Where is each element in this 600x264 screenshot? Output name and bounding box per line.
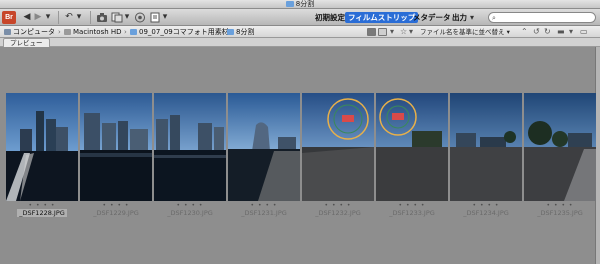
sort-direction-icon[interactable]: ⌃ (521, 26, 528, 38)
thumbnail-image[interactable] (80, 93, 152, 201)
output-icon[interactable] (149, 12, 161, 23)
breadcrumb-computer[interactable]: コンピュータ (4, 26, 55, 38)
toolbar: Br ◀ ▶ ▾ ↶ ▾ ▾ ▾ 初期設定 フィルムストリップ メタデータ 出力… (0, 9, 600, 26)
search-icon[interactable]: ⌕ (492, 14, 496, 23)
breadcrumb-separator: › (58, 28, 61, 36)
computer-icon (4, 29, 11, 35)
search-input[interactable] (502, 13, 592, 22)
folder-icon (130, 29, 137, 35)
view-dropdown-icon[interactable]: ▾ (390, 26, 394, 38)
sort-menu[interactable]: ファイル名を基準に並べ替え ▾ (420, 26, 510, 38)
rotate-dropdown-icon[interactable]: ▾ (75, 12, 83, 23)
thumbnail-image[interactable] (6, 93, 78, 201)
thumbnail-filename: _DSF1235.JPG (537, 209, 583, 217)
thumbnail-filename: _DSF1228.JPG (6, 209, 78, 218)
thumbnail-filename: _DSF1230.JPG (167, 209, 213, 217)
window-title: 8分割 (295, 0, 315, 8)
breadcrumb-current-folder[interactable]: 8分割 (227, 26, 254, 38)
workspace-menu-icon[interactable]: ▾ (468, 12, 476, 23)
thumbnail-filename: _DSF1232.JPG (315, 209, 361, 217)
thumbnail-filename: _DSF1231.JPG (241, 209, 287, 217)
filter-dropdown-icon[interactable]: ▾ (409, 26, 413, 38)
back-icon[interactable]: ◀ (22, 12, 32, 23)
filmstrip-area: • • • • _DSF1228.JPG • • • • _DSF1229.JP… (0, 47, 600, 264)
rotate-left-icon[interactable]: ↺ (533, 26, 540, 38)
thumbnail-image[interactable] (524, 93, 596, 201)
breadcrumb-source-folder[interactable]: 09_07_09コマフォト用素材 (130, 26, 229, 38)
window-title-wrap: 8分割 (0, 0, 600, 9)
open-in-camera-raw-icon[interactable] (134, 12, 146, 23)
breadcrumb-macintosh-hd[interactable]: Macintosh HD (64, 26, 122, 38)
view-details-button[interactable] (378, 28, 387, 36)
filename-label: _DSF1228.JPG (17, 209, 67, 217)
rotate-icon[interactable]: ↶ (64, 12, 74, 23)
camera-download-icon[interactable] (96, 12, 108, 23)
folder-dropdown-icon[interactable]: ▾ (569, 26, 573, 38)
delete-icon[interactable]: ▭ (580, 26, 588, 38)
thumbnail-image[interactable] (376, 93, 448, 201)
history-dropdown-icon[interactable]: ▾ (44, 12, 52, 23)
thumbnail-image[interactable] (450, 93, 522, 201)
search-box: ⌕ (488, 12, 596, 23)
bridge-app-icon[interactable]: Br (2, 11, 16, 24)
thumbnail-filename: _DSF1233.JPG (389, 209, 435, 217)
refine-icon[interactable] (111, 12, 123, 23)
path-bar: コンピュータ › Macintosh HD › 09_07_09コマフォト用素材… (0, 26, 600, 38)
thumbnail-filename: _DSF1234.JPG (463, 209, 509, 217)
thumbnail-image[interactable] (228, 93, 300, 201)
workspace-metadata[interactable]: メタデータ (410, 12, 454, 23)
toolbar-divider (58, 11, 59, 24)
workspace-filmstrip[interactable]: フィルムストリップ (345, 12, 419, 23)
panel-tab-bar: プレビュー (0, 38, 600, 47)
window-titlebar: 8分割 (0, 0, 600, 9)
workspace-output[interactable]: 出力 (449, 12, 470, 23)
rotate-right-icon[interactable]: ↻ (544, 26, 551, 38)
toolbar-divider (90, 11, 91, 24)
breadcrumb-separator: › (124, 28, 127, 36)
thumbnail-filename: _DSF1229.JPG (93, 209, 139, 217)
star-filter-icon[interactable]: ☆ (400, 26, 407, 38)
thumbnail-image[interactable] (302, 93, 374, 201)
breadcrumb-label: 8分割 (236, 28, 255, 36)
folder-icon (285, 1, 294, 7)
drive-icon (64, 29, 71, 35)
folder-icon (227, 29, 234, 35)
breadcrumb-separator: › (221, 28, 224, 36)
breadcrumb-label: コンピュータ (13, 28, 55, 36)
breadcrumb-label: 09_07_09コマフォト用素材 (139, 28, 229, 36)
new-folder-icon[interactable]: ▬ (557, 26, 565, 38)
output-dropdown-icon[interactable]: ▾ (161, 12, 169, 23)
tab-preview[interactable]: プレビュー (3, 38, 50, 47)
view-thumbnails-button[interactable] (367, 28, 376, 36)
workspace-default[interactable]: 初期設定 (312, 12, 348, 23)
forward-icon[interactable]: ▶ (33, 12, 43, 23)
thumbnail-image[interactable] (154, 93, 226, 201)
refine-dropdown-icon[interactable]: ▾ (123, 12, 131, 23)
breadcrumb-label: Macintosh HD (73, 28, 122, 36)
